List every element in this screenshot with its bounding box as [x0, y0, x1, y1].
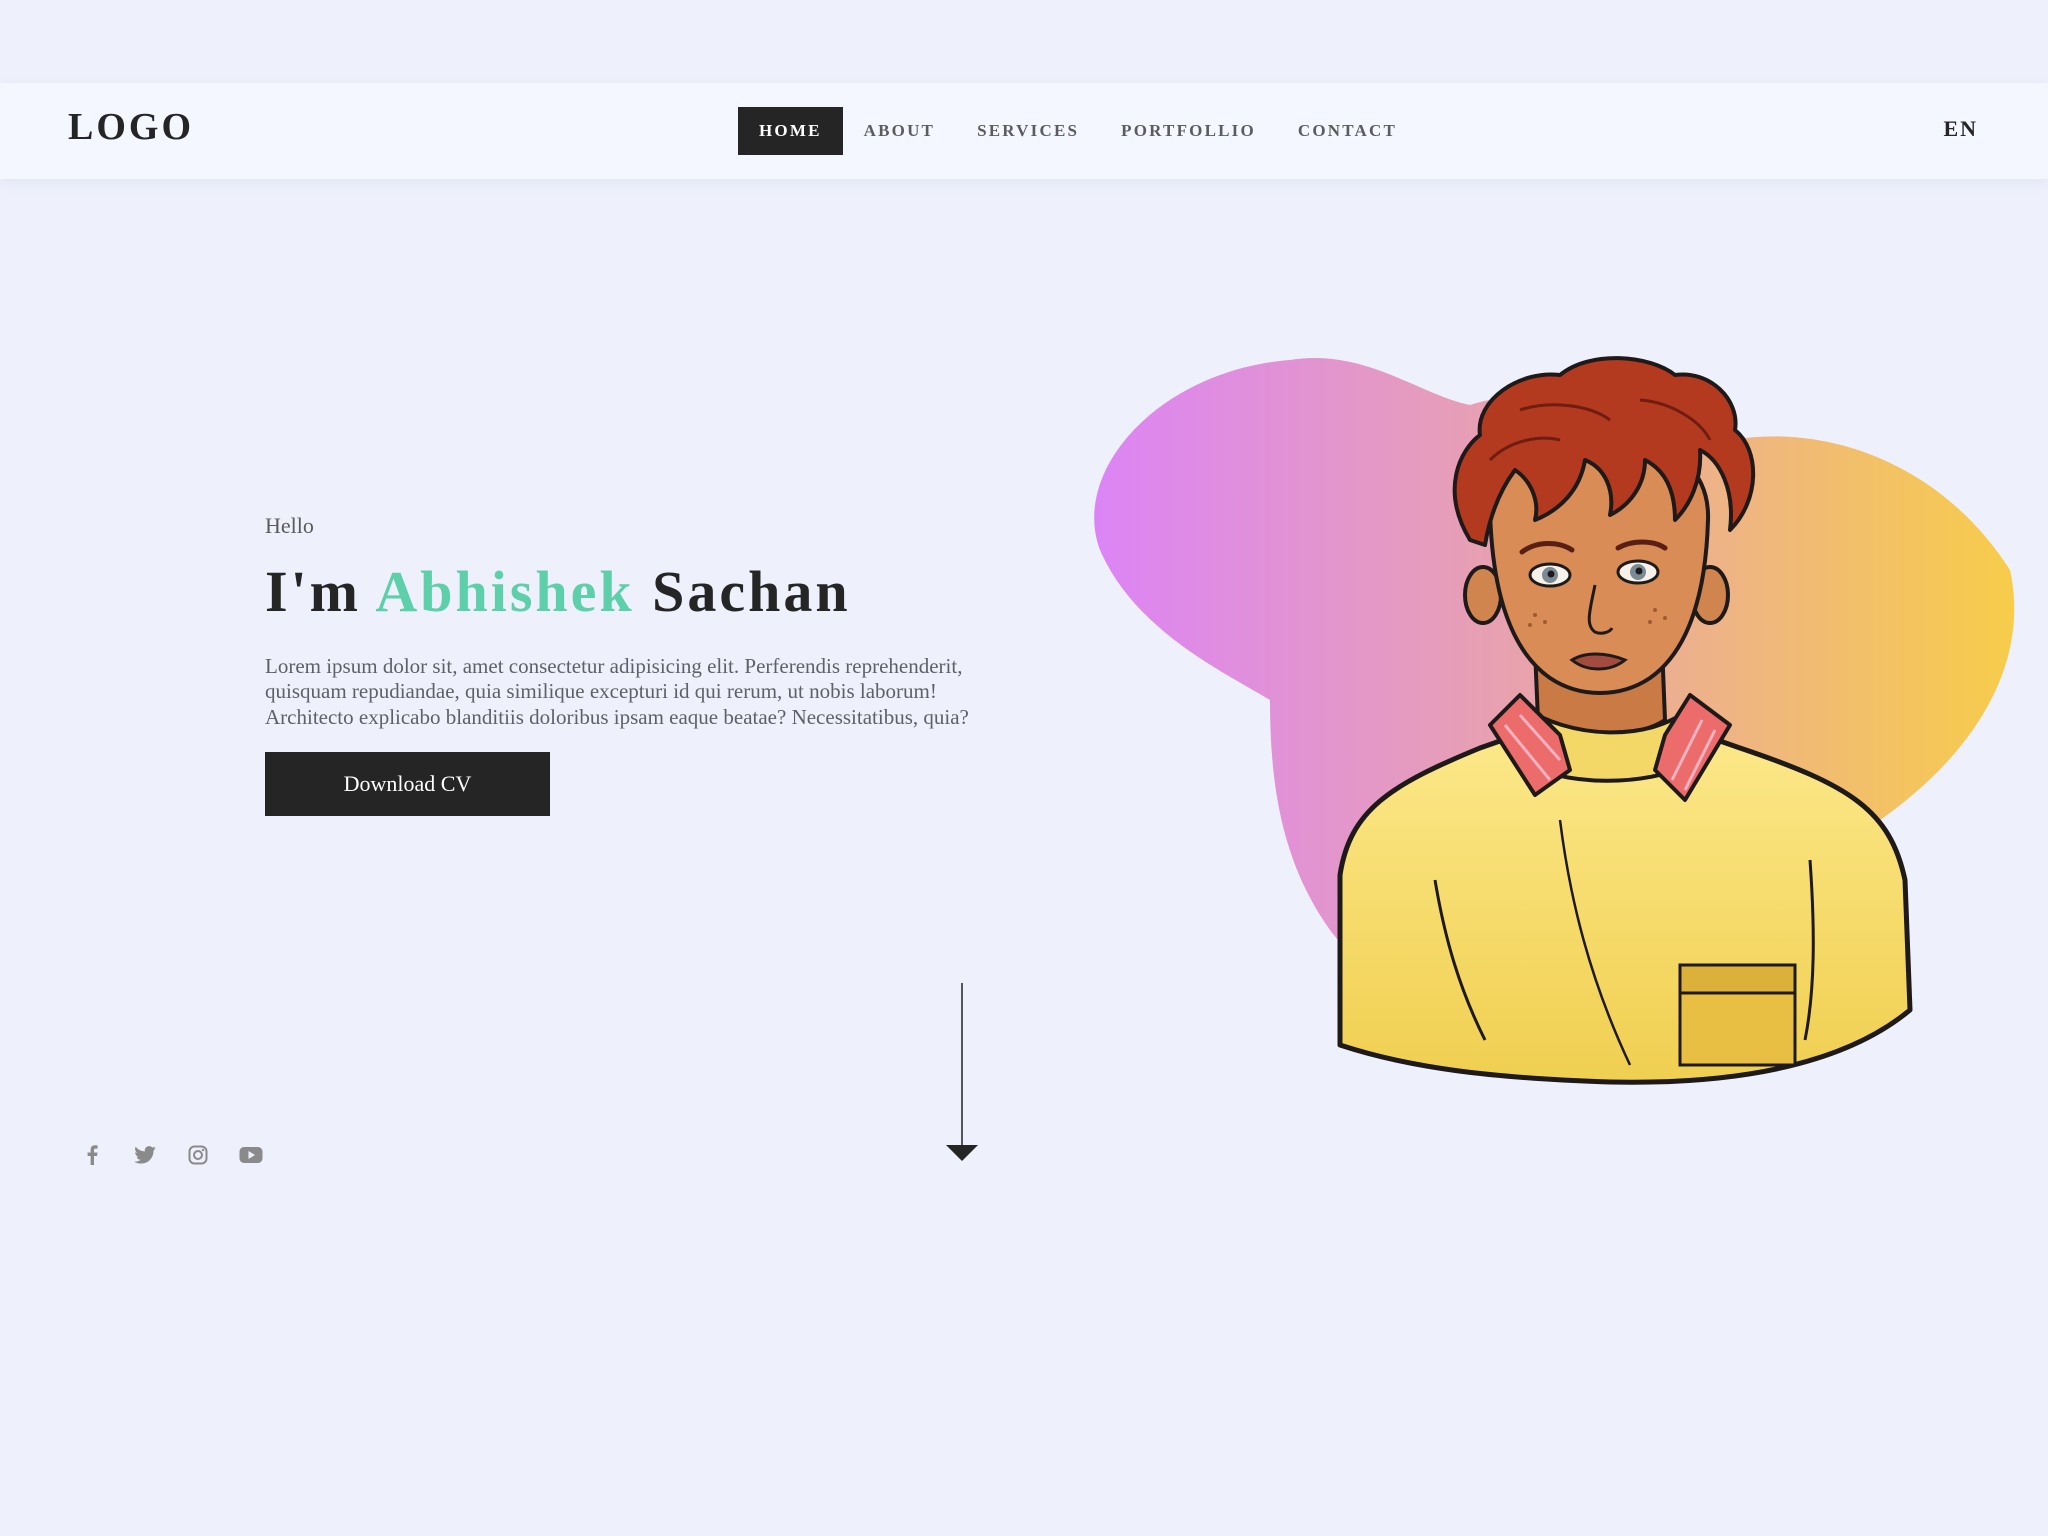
hero-section: Hello I'm Abhishek Sachan Lorem ipsum do… — [265, 510, 975, 817]
youtube-icon[interactable] — [239, 1143, 263, 1167]
greeting: Hello — [265, 513, 314, 538]
first-name: Abhishek — [375, 559, 635, 624]
heading-prefix: I'm — [265, 559, 361, 624]
instagram-icon[interactable] — [186, 1143, 210, 1167]
download-cv-button[interactable]: Download CV — [265, 752, 550, 817]
last-name: Sachan — [652, 559, 851, 624]
facebook-icon[interactable] — [80, 1143, 104, 1167]
navbar: LOGO HOME ABOUT SERVICES PORTFOLLIO CONT… — [0, 83, 2048, 179]
twitter-icon[interactable] — [133, 1143, 157, 1167]
avatar-illustration — [1090, 340, 2020, 1100]
logo[interactable]: LOGO — [68, 105, 194, 151]
nav-link-services[interactable]: SERVICES — [956, 107, 1100, 155]
scroll-down-indicator[interactable] — [946, 983, 978, 1163]
hero-heading: I'm Abhishek Sachan — [265, 560, 975, 624]
nav-link-home[interactable]: HOME — [738, 107, 843, 155]
social-links — [80, 1143, 292, 1167]
scroll-line — [961, 983, 963, 1151]
main-nav: HOME ABOUT SERVICES PORTFOLLIO CONTACT — [738, 107, 1418, 155]
nav-link-about[interactable]: ABOUT — [843, 107, 956, 155]
language-selector[interactable]: EN — [1943, 116, 1978, 142]
nav-link-portfolio[interactable]: PORTFOLLIO — [1100, 107, 1277, 155]
arrow-down-icon — [946, 1145, 978, 1161]
hero-description: Lorem ipsum dolor sit, amet consectetur … — [265, 653, 969, 729]
nav-link-contact[interactable]: CONTACT — [1277, 107, 1418, 155]
